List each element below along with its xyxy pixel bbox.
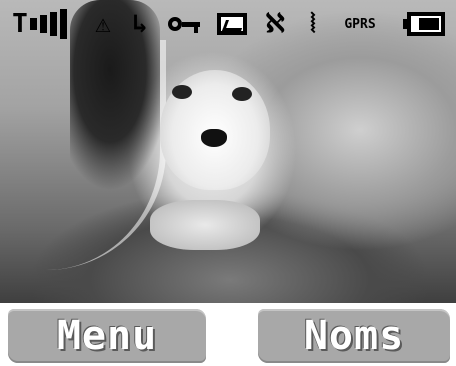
wallpaper-puppy-paw bbox=[150, 200, 260, 250]
battery-shell bbox=[407, 12, 445, 36]
signal-strength-icon: T bbox=[6, 4, 76, 44]
bluetooth-icon: ℵ bbox=[260, 4, 290, 44]
key-ring bbox=[168, 17, 182, 31]
battery-fill bbox=[419, 18, 439, 30]
menu-softkey[interactable]: Menu bbox=[8, 309, 206, 363]
bluetooth-glyph: ℵ bbox=[265, 9, 285, 39]
vibrate-glyph: ⦚ bbox=[310, 9, 316, 39]
wallpaper-image bbox=[0, 0, 456, 305]
key-shaft bbox=[182, 21, 200, 33]
envelope-shape bbox=[217, 13, 247, 35]
call-divert-glyph: ↳ bbox=[132, 9, 148, 39]
phone-home-screen: T ⚠ ↳ ℵ ⦚ GPRS Menu Noms bbox=[0, 0, 456, 366]
menu-softkey-label: Menu bbox=[56, 313, 158, 359]
key-lock-icon bbox=[164, 4, 204, 44]
names-softkey[interactable]: Noms bbox=[258, 309, 450, 363]
signal-bar bbox=[39, 15, 47, 33]
wallpaper-blanket-fold bbox=[10, 40, 166, 270]
battery-icon bbox=[398, 4, 450, 44]
call-divert-icon: ↳ bbox=[124, 4, 156, 44]
wallpaper-puppy-nose bbox=[201, 129, 227, 147]
signal-bar bbox=[29, 18, 37, 30]
gprs-label: GPRS bbox=[344, 16, 376, 32]
status-bar: T ⚠ ↳ ℵ ⦚ GPRS bbox=[0, 4, 456, 44]
names-softkey-label: Noms bbox=[303, 313, 405, 359]
signal-bar bbox=[59, 9, 67, 39]
wallpaper-puppy-right-eye bbox=[232, 87, 252, 101]
gprs-indicator: GPRS bbox=[334, 4, 386, 44]
vibrate-icon: ⦚ bbox=[296, 4, 330, 44]
network-alert-glyph: ⚠ bbox=[95, 9, 111, 39]
antenna-glyph: T bbox=[12, 9, 28, 39]
network-alert-icon: ⚠ bbox=[86, 4, 120, 44]
signal-bar bbox=[49, 12, 57, 36]
wallpaper-puppy-left-eye bbox=[172, 85, 192, 99]
message-envelope-icon bbox=[214, 4, 250, 44]
softkey-bar: Menu Noms bbox=[0, 303, 456, 366]
